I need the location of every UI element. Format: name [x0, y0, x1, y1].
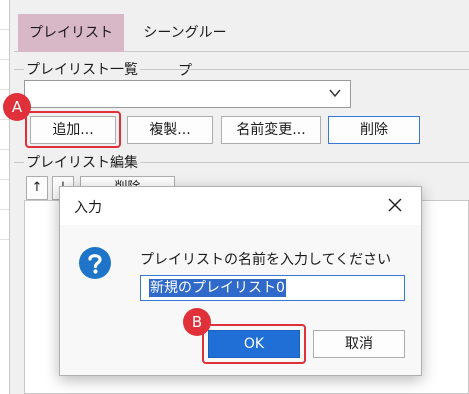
- playlist-edit-group-label: プレイリスト編集: [24, 152, 140, 172]
- cancel-button[interactable]: 取消: [313, 330, 405, 358]
- selected-input-text: 新規のプレイリスト0: [149, 279, 286, 297]
- playlist-select[interactable]: [24, 80, 351, 108]
- chevron-down-icon: [329, 89, 341, 98]
- callout-highlight-a: [25, 111, 121, 148]
- rename-button[interactable]: 名前変更...: [221, 116, 321, 144]
- ok-button[interactable]: OK: [208, 330, 300, 358]
- list-row[interactable]: [0, 120, 9, 150]
- tab-bar: プレイリスト シーングループ: [14, 14, 469, 79]
- dialog-prompt: プレイリストの名前を入力してください: [140, 252, 392, 268]
- list-row[interactable]: [0, 30, 9, 60]
- callout-badge-b: B: [183, 308, 211, 336]
- list-row[interactable]: [0, 210, 9, 240]
- question-icon: [79, 247, 111, 279]
- tab-scene-group[interactable]: シーングループ: [130, 14, 240, 79]
- callout-badge-a: A: [3, 93, 31, 121]
- playlist-list-group-label: プレイリスト一覧: [24, 59, 140, 79]
- dialog-titlebar[interactable]: 入力: [60, 187, 421, 225]
- dialog-title: 入力: [74, 200, 102, 216]
- list-row[interactable]: [0, 60, 9, 90]
- move-up-button[interactable]: ↑: [26, 176, 48, 200]
- list-row[interactable]: [0, 150, 9, 180]
- left-list-pane[interactable]: [0, 0, 10, 394]
- delete-button[interactable]: 削除: [328, 116, 420, 144]
- playlist-name-input[interactable]: 新規のプレイリスト0: [140, 275, 405, 301]
- duplicate-button[interactable]: 複製...: [127, 116, 213, 144]
- list-row[interactable]: [0, 180, 9, 210]
- input-dialog: 入力 プレイリストの名前を入力してください 新規のプレイリスト0 OK 取消: [59, 186, 422, 376]
- tab-playlist[interactable]: プレイリスト: [18, 14, 124, 52]
- close-icon[interactable]: [387, 197, 403, 213]
- list-row[interactable]: [0, 0, 9, 30]
